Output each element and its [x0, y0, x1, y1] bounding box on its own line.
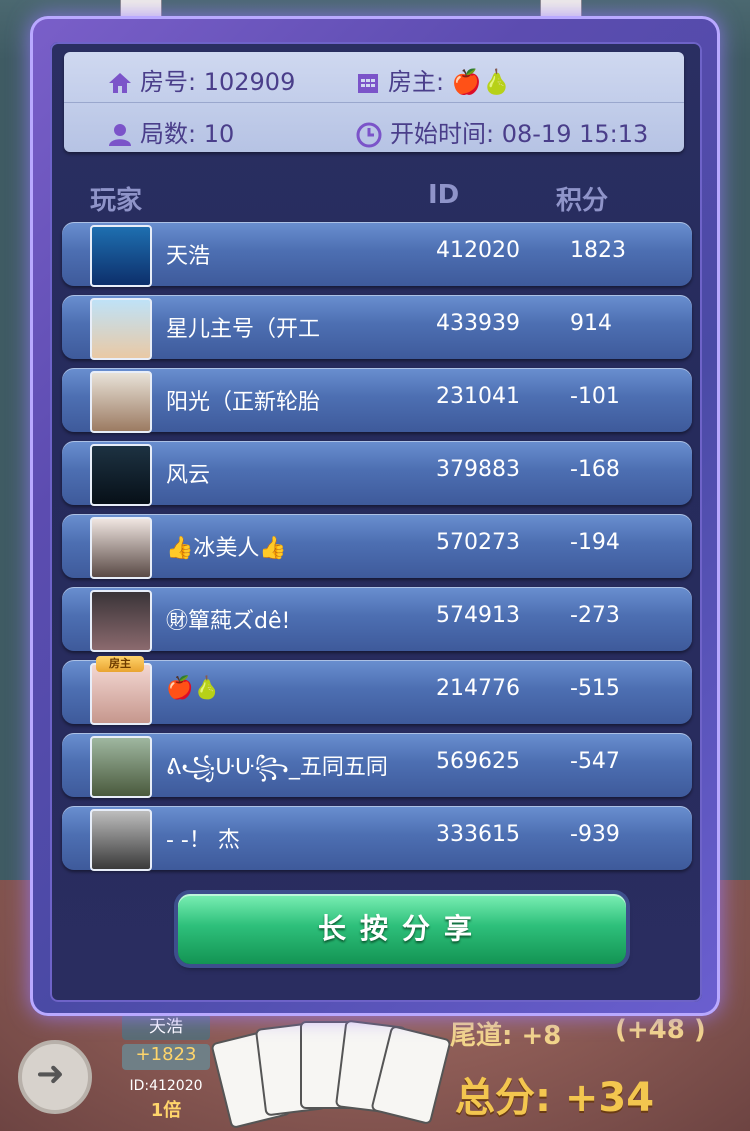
player-name: ᕕ꧁ᑘᑘ꧂_五同五同 [166, 755, 388, 780]
player-score: -168 [570, 457, 620, 482]
player-name: 🍎🍐 [166, 676, 221, 701]
start-time: 开始时间: 08-19 15:13 [356, 114, 648, 149]
user-icon [109, 124, 131, 146]
avatar [90, 663, 152, 725]
column-header-score: 积分 [556, 186, 609, 216]
results-panel: 房号: 102909 房主: 🍎🍐 局数: 10 开始时间: 08-19 15:… [50, 42, 702, 1002]
player-id: 214776 [436, 676, 520, 701]
player-id: 333615 [436, 822, 520, 847]
player-score: 1823 [570, 238, 626, 263]
room-host: 房主: 🍎🍐 [356, 62, 511, 97]
player-id: 379883 [436, 457, 520, 482]
player-name: 天浩 [166, 244, 211, 269]
avatar [90, 444, 152, 506]
room-info-panel: 房号: 102909 房主: 🍎🍐 局数: 10 开始时间: 08-19 15:… [64, 52, 684, 152]
avatar [90, 809, 152, 871]
player-row: 天浩 412020 1823 [62, 222, 692, 287]
avatar [90, 736, 152, 798]
player-row: 👍冰美人👍 570273 -194 [62, 514, 692, 579]
player-row: 阳光（正新轮胎 231041 -101 [62, 368, 692, 433]
avatar [90, 517, 152, 579]
info-divider [64, 102, 684, 103]
round-count: 局数: 10 [108, 114, 234, 149]
player-score: -939 [570, 822, 620, 847]
player-name: 风云 [166, 463, 211, 488]
player-name: 星儿主号（开工 [166, 317, 321, 342]
bg-tail-extra: (+48 ) [615, 1015, 706, 1045]
player-row: 房主 🍎🍐 214776 -515 [62, 656, 692, 725]
column-header-id: ID [428, 180, 460, 210]
player-row: ᕕ꧁ᑘᑘ꧂_五同五同 569625 -547 [62, 733, 692, 798]
player-id: 574913 [436, 603, 520, 628]
player-name: ㊖簞蒓ズdê! [166, 609, 291, 634]
player-id: 412020 [436, 238, 520, 263]
player-name: 阳光（正新轮胎 [166, 390, 321, 415]
player-row: - -！ 杰 333615 -939 [62, 806, 692, 871]
player-score: -194 [570, 530, 620, 555]
share-button[interactable]: 长按分享 [178, 894, 626, 964]
player-id: 231041 [436, 384, 520, 409]
bg-card-hand [210, 1015, 452, 1130]
player-score: -273 [570, 603, 620, 628]
player-name: 👍冰美人👍 [166, 536, 287, 561]
player-score: -101 [570, 384, 620, 409]
room-number: 房号: 102909 [108, 62, 295, 97]
clock-icon [356, 122, 382, 148]
arrow-icon: ➜ [36, 1054, 65, 1094]
player-id: 570273 [436, 530, 520, 555]
host-badge: 房主 [96, 656, 144, 672]
player-row: ㊖簞蒓ズdê! 574913 -273 [62, 587, 692, 652]
bg-player-id: ID:412020 [129, 1078, 203, 1094]
player-id: 569625 [436, 749, 520, 774]
avatar [90, 298, 152, 360]
calendar-icon [358, 74, 378, 93]
player-score: -547 [570, 749, 620, 774]
column-header-player: 玩家 [90, 186, 143, 216]
player-score: 914 [570, 311, 612, 336]
bg-total-score: 总分: +34 [455, 1075, 655, 1121]
results-dialog: 房号: 102909 房主: 🍎🍐 局数: 10 开始时间: 08-19 15:… [30, 16, 720, 1016]
avatar [90, 225, 152, 287]
bg-tail-score: 尾道: +8 [450, 1021, 562, 1051]
back-arrow-button[interactable]: ➜ [18, 1040, 92, 1114]
player-id: 433939 [436, 311, 520, 336]
player-row: 星儿主号（开工 433939 914 [62, 295, 692, 360]
player-name: - -！ 杰 [166, 828, 240, 853]
avatar [90, 371, 152, 433]
player-row: 风云 379883 -168 [62, 441, 692, 506]
bg-player-score: +1823 [122, 1044, 210, 1070]
bg-player-panel: 天浩 +1823 ID:412020 1倍 [118, 1010, 214, 1121]
avatar [90, 590, 152, 652]
bg-player-name: 天浩 [122, 1014, 210, 1040]
player-score: -515 [570, 676, 620, 701]
home-icon [109, 73, 131, 93]
bg-player-multiplier: 1倍 [150, 1100, 182, 1121]
